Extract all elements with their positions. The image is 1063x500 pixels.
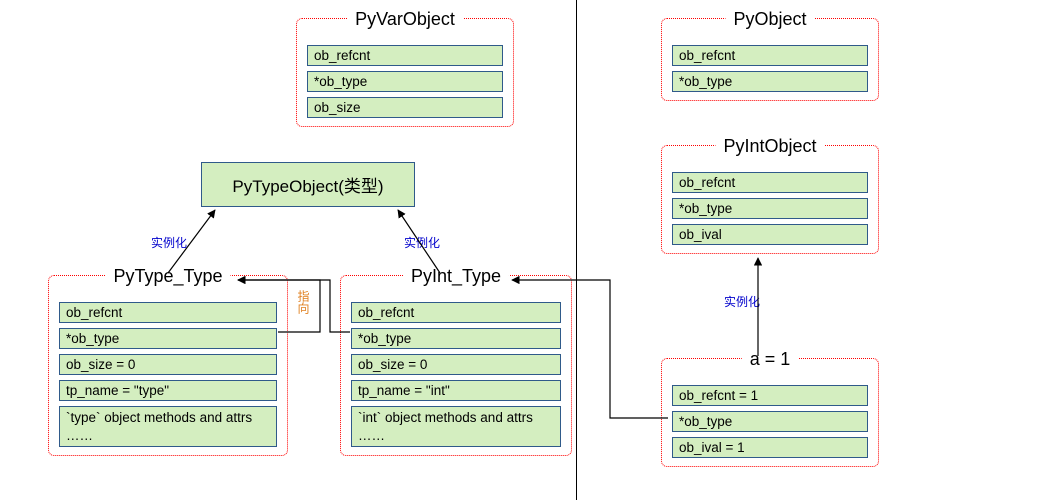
struct-pyvarobject: PyVarObject ob_refcnt *ob_type ob_size xyxy=(296,18,514,127)
struct-pyobject: PyObject ob_refcnt *ob_type xyxy=(661,18,879,101)
struct-title: PyIntObject xyxy=(715,136,824,157)
field: *ob_type xyxy=(59,328,277,349)
struct-title: a = 1 xyxy=(742,349,799,370)
field: tp_name = "int" xyxy=(351,380,561,401)
struct-pyint-type: PyInt_Type ob_refcnt *ob_type ob_size = … xyxy=(340,275,572,456)
field: ob_size = 0 xyxy=(59,354,277,375)
struct-pytype-type: PyType_Type ob_refcnt *ob_type ob_size =… xyxy=(48,275,288,456)
struct-title: PyType_Type xyxy=(105,266,230,287)
field: ob_refcnt xyxy=(672,45,868,66)
field: `type` object methods and attrs …… xyxy=(59,406,277,447)
label-instantiate: 实例化 xyxy=(151,234,187,251)
field: ob_refcnt xyxy=(307,45,503,66)
field: ob_refcnt = 1 xyxy=(672,385,868,406)
struct-title: PyInt_Type xyxy=(403,266,509,287)
typeobject-label: PyTypeObject(类型) xyxy=(232,172,383,197)
field: ob_refcnt xyxy=(672,172,868,193)
field: ob_ival xyxy=(672,224,868,245)
field: ob_size = 0 xyxy=(351,354,561,375)
struct-title: PyVarObject xyxy=(347,9,463,30)
label-instantiate: 实例化 xyxy=(724,293,760,310)
field: ob_refcnt xyxy=(351,302,561,323)
field: tp_name = "type" xyxy=(59,380,277,401)
field: ob_refcnt xyxy=(59,302,277,323)
struct-pyintobject: PyIntObject ob_refcnt *ob_type ob_ival xyxy=(661,145,879,254)
field: *ob_type xyxy=(672,71,868,92)
field: ob_ival = 1 xyxy=(672,437,868,458)
field: *ob_type xyxy=(672,198,868,219)
label-instantiate: 实例化 xyxy=(404,234,440,251)
vertical-divider xyxy=(576,0,577,500)
label-point-to: 指向 xyxy=(295,290,312,314)
pytypeobject-box: PyTypeObject(类型) xyxy=(201,162,415,207)
field: *ob_type xyxy=(307,71,503,92)
field: `int` object methods and attrs …… xyxy=(351,406,561,447)
field: ob_size xyxy=(307,97,503,118)
field: *ob_type xyxy=(351,328,561,349)
struct-a-eq-1: a = 1 ob_refcnt = 1 *ob_type ob_ival = 1 xyxy=(661,358,879,467)
struct-title: PyObject xyxy=(725,9,814,30)
field: *ob_type xyxy=(672,411,868,432)
